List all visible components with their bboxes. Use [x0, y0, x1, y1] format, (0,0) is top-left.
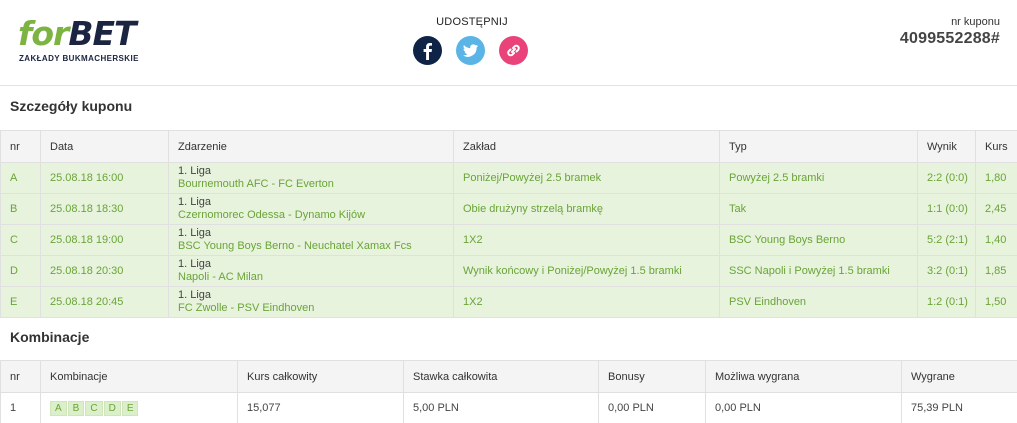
combinations-title: Kombinacje [10, 329, 90, 345]
combo-possible-win: 0,00 PLN [705, 392, 902, 423]
row-bet: 1X2 [453, 286, 720, 318]
details-title: Szczegóły kuponu [10, 98, 133, 114]
row-date: 25.08.18 16:00 [40, 162, 169, 194]
row-result: 1:2 (0:1) [917, 286, 976, 318]
col-bet: Zakład [453, 130, 720, 163]
row-match[interactable]: Napoli - AC Milan [178, 271, 444, 284]
row-match[interactable]: Bournemouth AFC - FC Everton [178, 178, 444, 191]
col-date: Data [40, 130, 169, 163]
row-type: BSC Young Boys Berno [719, 224, 918, 256]
row-league: 1. Liga [178, 165, 212, 177]
row-nr: B [0, 193, 41, 225]
combo-pill: D [103, 400, 121, 416]
combo-nr: 1 [0, 392, 41, 423]
row-nr: C [0, 224, 41, 256]
row-league: 1. Liga [178, 196, 212, 208]
row-event: 1. Liga Bournemouth AFC - FC Everton [168, 162, 454, 194]
forbet-logo[interactable]: forBET ZAKŁADY BUKMACHERSKIE [18, 16, 158, 68]
row-nr: A [0, 162, 41, 194]
row-result: 3:2 (0:1) [917, 255, 976, 287]
row-bet: Poniżej/Powyżej 2.5 bramek [453, 162, 720, 194]
row-match[interactable]: BSC Young Boys Berno - Neuchatel Xamax F… [178, 240, 444, 253]
row-event: 1. Liga FC Zwolle - PSV Eindhoven [168, 286, 454, 318]
table-row: 1 ABCDE 15,077 5,00 PLN 0,00 PLN 0,00 PL… [0, 392, 1017, 423]
logo-for-text: for [18, 14, 69, 53]
logo-subtitle: ZAKŁADY BUKMACHERSKIE [19, 54, 139, 63]
coupon-number: 4099552288# [899, 30, 1000, 47]
row-result: 1:1 (0:0) [917, 193, 976, 225]
col-type: Typ [719, 130, 918, 163]
table-row: C 25.08.18 19:00 1. Liga BSC Young Boys B… [0, 224, 1017, 256]
col-nr: nr [0, 360, 41, 393]
combo-pill: B [67, 400, 85, 416]
row-date: 25.08.18 18:30 [40, 193, 169, 225]
row-type: PSV Eindhoven [719, 286, 918, 318]
logo-wordmark: forBET [18, 14, 137, 53]
table-row: B 25.08.18 18:30 1. Liga Czernomorec Odes… [0, 193, 1017, 225]
row-date: 25.08.18 19:00 [40, 224, 169, 256]
table-row: E 25.08.18 20:45 1. Liga FC Zwolle - PSV … [0, 286, 1017, 318]
row-nr: E [0, 286, 41, 318]
row-league: 1. Liga [178, 258, 212, 270]
col-odds: Kurs [975, 130, 1017, 163]
row-date: 25.08.18 20:45 [40, 286, 169, 318]
row-result: 2:2 (0:0) [917, 162, 976, 194]
col-combo: Kombinacje [40, 360, 238, 393]
row-odds: 1,50 [975, 286, 1017, 318]
twitter-icon[interactable] [456, 36, 485, 65]
row-type: SSC Napoli i Powyżej 1.5 bramki [719, 255, 918, 287]
row-odds: 1,40 [975, 224, 1017, 256]
combo-total-stake: 5,00 PLN [403, 392, 599, 423]
table-row: D 25.08.18 20:30 1. Liga Napoli - AC Mila… [0, 255, 1017, 287]
col-total-stake: Stawka całkowita [403, 360, 599, 393]
details-table: nr Data Zdarzenie Zakład Typ Wynik Kurs … [0, 130, 1017, 318]
share-icons [413, 36, 533, 66]
combo-pill: A [50, 400, 67, 416]
col-nr: nr [0, 130, 41, 163]
row-event: 1. Liga BSC Young Boys Berno - Neuchatel … [168, 224, 454, 256]
row-league: 1. Liga [178, 227, 212, 239]
combo-pill: C [85, 400, 103, 416]
combo-won: 75,39 PLN [901, 392, 1017, 423]
row-odds: 1,80 [975, 162, 1017, 194]
row-type: Powyżej 2.5 bramki [719, 162, 918, 194]
col-bonus: Bonusy [598, 360, 706, 393]
row-odds: 2,45 [975, 193, 1017, 225]
row-bet: Wynik końcowy i Poniżej/Powyżej 1.5 bram… [453, 255, 720, 287]
col-result: Wynik [917, 130, 976, 163]
row-nr: D [0, 255, 41, 287]
col-possible-win: Możliwa wygrana [705, 360, 902, 393]
row-event: 1. Liga Napoli - AC Milan [168, 255, 454, 287]
combo-total-odds: 15,077 [237, 392, 404, 423]
logo-bet-text: BET [68, 14, 136, 53]
link-icon[interactable] [499, 36, 528, 65]
coupon-info: nr kuponu 4099552288# [900, 16, 1000, 48]
row-match[interactable]: Czernomorec Odessa - Dynamo Kijów [178, 209, 444, 222]
combinations-header-row: nr Kombinacje Kurs całkowity Stawka całk… [0, 360, 1017, 393]
share-section: UDOSTĘPNIJ [410, 16, 534, 65]
col-event: Zdarzenie [168, 130, 454, 163]
row-event: 1. Liga Czernomorec Odessa - Dynamo Kijów [168, 193, 454, 225]
table-row: A 25.08.18 16:00 1. Liga Bournemouth AFC … [0, 162, 1017, 194]
combo-bonus: 0,00 PLN [598, 392, 706, 423]
header: forBET ZAKŁADY BUKMACHERSKIE UDOSTĘPNIJ … [0, 0, 1017, 86]
row-bet: 1X2 [453, 224, 720, 256]
row-odds: 1,85 [975, 255, 1017, 287]
row-bet: Obie drużyny strzelą bramkę [453, 193, 720, 225]
row-league: 1. Liga [178, 289, 212, 301]
combo-pill: E [121, 400, 139, 416]
col-total-odds: Kurs całkowity [237, 360, 404, 393]
col-won: Wygrane [901, 360, 1017, 393]
row-date: 25.08.18 20:30 [40, 255, 169, 287]
details-header-row: nr Data Zdarzenie Zakład Typ Wynik Kurs [0, 130, 1017, 163]
combo-letters: ABCDE [40, 392, 238, 423]
row-result: 5:2 (2:1) [917, 224, 976, 256]
row-type: Tak [719, 193, 918, 225]
combinations-table: nr Kombinacje Kurs całkowity Stawka całk… [0, 360, 1017, 423]
coupon-label: nr kuponu [951, 16, 1000, 28]
share-label: UDOSTĘPNIJ [436, 16, 508, 28]
facebook-icon[interactable] [413, 36, 442, 65]
row-match[interactable]: FC Zwolle - PSV Eindhoven [178, 302, 444, 315]
